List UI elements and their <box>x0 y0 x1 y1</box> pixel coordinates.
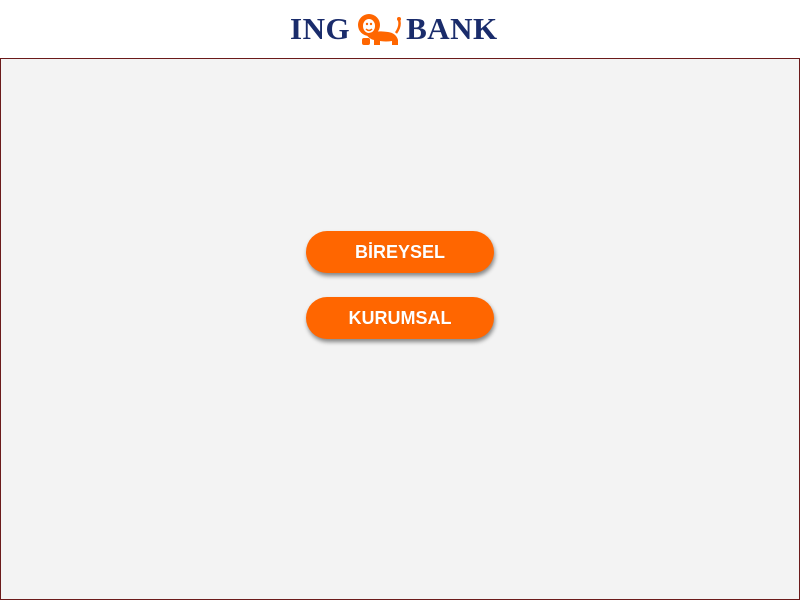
ing-bank-logo: ING BANK <box>290 9 498 49</box>
bireysel-button[interactable]: BİREYSEL <box>306 231 494 273</box>
lion-icon <box>356 12 402 46</box>
kurumsal-button[interactable]: KURUMSAL <box>306 297 494 339</box>
logo-text-bank: BANK <box>406 11 498 46</box>
logo-text-ing: ING <box>290 11 351 46</box>
kurumsal-button-label: KURUMSAL <box>348 307 452 328</box>
bireysel-button-label: BİREYSEL <box>354 241 446 262</box>
header: ING BANK <box>0 0 800 58</box>
